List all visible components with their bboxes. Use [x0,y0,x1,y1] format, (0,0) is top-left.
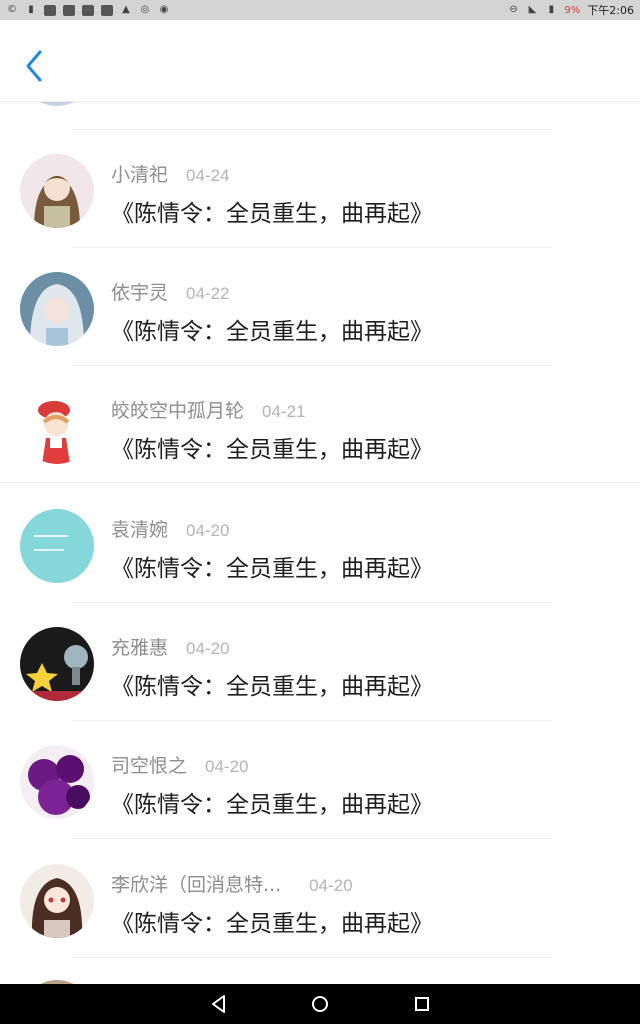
list-item[interactable]: 依宇灵 04-22 《陈情令：全员重生，曲再起》 [0,248,640,366]
user-name: 小清祀 [111,164,169,186]
header [0,20,640,102]
nav-recents-button[interactable] [410,992,434,1016]
avatar[interactable] [20,509,94,583]
wifi-icon: ◣ [528,4,537,15]
avatar[interactable] [20,272,94,346]
clock: 下午2:06 [587,4,634,17]
battery-level: 9% [564,4,581,16]
notification-app2-icon [82,4,94,16]
notification-app-icon [44,4,56,16]
avatar[interactable] [20,745,94,819]
circle-home-icon [312,996,328,1012]
divider [72,957,552,958]
avatar[interactable] [20,154,94,228]
nav-home-button[interactable] [308,992,332,1016]
user-name: 李欣洋（回消息特... [111,874,282,896]
status-system: ⊖ ◣ ▮ 9% 下午2:06 [507,2,634,18]
list-item[interactable]: 小清祀 04-24 《陈情令：全员重生，曲再起》 [0,130,640,248]
user-name: 充雅惠 [111,637,169,659]
list-item[interactable]: 袁清婉 04-20 《陈情令：全员重生，曲再起》 [0,485,640,603]
item-message: 《陈情令：全员重生，曲再起》 [111,556,433,582]
avatar [20,102,94,106]
system-nav-bar [0,984,640,1024]
user-name: 依宇灵 [111,282,169,304]
section-divider [0,482,640,483]
item-message: 《陈情令：全员重生，曲再起》 [111,437,433,463]
weibo-icon: ◉ [159,4,169,15]
item-date: 04-20 [186,521,230,540]
warning-icon: ▲ [122,4,130,15]
item-message: 《陈情令：全员重生，曲再起》 [111,201,433,227]
list-item[interactable]: 司空恨之 04-20 《陈情令：全员重生，曲再起》 [0,721,640,839]
list-item[interactable]: 李欣洋（回消息特... 04-20 《陈情令：全员重生，曲再起》 [0,840,640,958]
battery-icon: ▮ [548,4,555,15]
user-list: 小清祀 04-24 《陈情令：全员重生，曲再起》 依宇灵 04-22 《陈情令：… [0,102,640,984]
notification-app3-icon [101,4,113,16]
item-date: 04-24 [186,166,230,185]
item-date: 04-21 [262,402,306,421]
back-button[interactable] [18,46,50,86]
chevron-left-icon [26,50,42,82]
notification-image-icon [63,4,75,16]
item-date: 04-20 [205,757,249,776]
notification-swirl-icon: © [7,4,17,15]
user-name: 司空恨之 [111,755,188,777]
avatar[interactable] [20,390,94,464]
item-date: 04-20 [186,639,230,658]
triangle-back-icon [212,995,225,1013]
status-bar: © ▮ ▲ ◎ ◉ ⊖ ◣ ▮ 9% 下午2:06 [0,0,640,20]
nav-back-button[interactable] [207,992,231,1016]
notification-phone-icon: ▮ [28,4,34,15]
avatar[interactable] [20,627,94,701]
user-name: 皎皎空中孤月轮 [111,400,245,422]
list-item[interactable]: 皎皎空中孤月轮 04-21 《陈情令：全员重生，曲再起》 [0,366,640,484]
item-message: 《陈情令：全员重生，曲再起》 [111,674,433,700]
item-message: 《陈情令：全员重生，曲再起》 [111,319,433,345]
item-message: 《陈情令：全员重生，曲再起》 [111,911,433,937]
avatar[interactable] [20,864,94,938]
status-notifications: © ▮ ▲ ◎ ◉ [6,4,170,16]
item-date: 04-20 [309,876,353,895]
user-name: 袁清婉 [111,519,169,541]
divider [72,838,552,839]
dnd-icon: ⊖ [509,4,518,15]
square-recents-icon [415,997,429,1011]
list-item[interactable]: 充雅惠 04-20 《陈情令：全员重生，曲再起》 [0,603,640,721]
item-message: 《陈情令：全员重生，曲再起》 [111,792,433,818]
notification-circle-icon: ◎ [140,4,150,15]
item-date: 04-22 [186,284,230,303]
